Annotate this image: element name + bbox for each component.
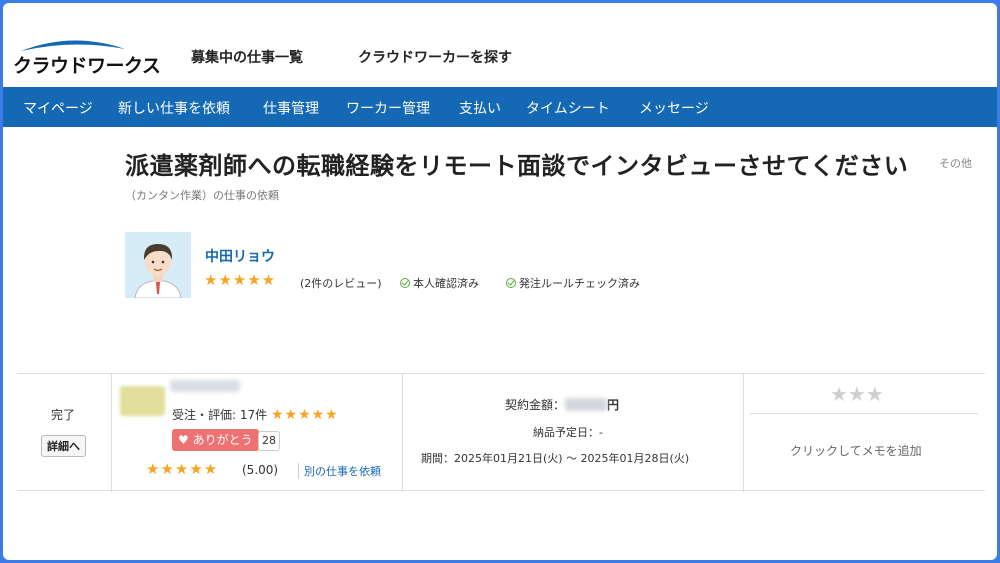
contract-amount: 契約金額：円 xyxy=(505,398,620,412)
crowdworks-logo[interactable]: クラウドワークス xyxy=(13,33,161,79)
order-row: 完了 詳細へ 受注・評価: 17件 ★★★★★ ♥ ありがとう 28 ★★★★★… xyxy=(17,373,985,492)
client-avatar[interactable] xyxy=(125,232,191,298)
nav-item-messages[interactable]: メッセージ xyxy=(639,98,709,118)
order-status: 完了 xyxy=(51,408,76,422)
logo-arc-icon xyxy=(21,40,125,51)
top-link-job-list[interactable]: 募集中の仕事一覧 xyxy=(191,47,303,67)
nav-item-worker-management[interactable]: ワーカー管理 xyxy=(346,98,430,118)
thanks-button[interactable]: ♥ ありがとう xyxy=(172,429,259,451)
contract-period: 期間：2025年01月21日(火) 〜 2025年01月28日(火) xyxy=(421,452,690,465)
worker-rating-stars: ★★★★★ xyxy=(270,407,339,423)
heart-icon: ♥ xyxy=(178,433,189,447)
client-review-count[interactable]: (2件のレビュー) xyxy=(300,275,382,291)
contract-cell: 契約金額：円 納品予定日：- 期間：2025年01月21日(火) 〜 2025年… xyxy=(403,374,744,492)
identity-verified-badge: 本人確認済み xyxy=(400,275,479,291)
worker-score: (5.00) xyxy=(242,463,279,477)
add-memo-link[interactable]: クリックしてメモを追加 xyxy=(790,442,922,459)
client-rating-stars: ★★★★★ xyxy=(204,271,277,289)
order-rule-checked-badge: 発注ルールチェック済み xyxy=(506,275,640,291)
worker-stats: 受注・評価: 17件 ★★★★★ xyxy=(172,407,339,423)
check-circle-icon xyxy=(506,278,516,288)
detail-button[interactable]: 詳細へ xyxy=(41,435,86,457)
memo-cell: ★★★ クリックしてメモを追加 xyxy=(744,374,985,492)
top-link-find-workers[interactable]: クラウドワーカーを探す xyxy=(358,47,512,67)
job-subtitle: （カンタン作業）の仕事の依頼 xyxy=(125,189,279,202)
site-header: クラウドワークス 募集中の仕事一覧 クラウドワーカーを探す xyxy=(3,3,997,87)
check-circle-icon xyxy=(400,278,410,288)
nav-item-new-job[interactable]: 新しい仕事を依頼 xyxy=(118,98,230,118)
logo-text: クラウドワークス xyxy=(13,55,161,77)
job-title: 派遣薬剤師への転職経験をリモート面談でインタビューさせてください xyxy=(125,152,909,180)
nav-item-timesheet[interactable]: タイムシート xyxy=(526,98,610,118)
amount-blurred xyxy=(565,398,608,411)
worker-score-stars: ★★★★★ xyxy=(146,460,219,478)
thanks-count: 28 xyxy=(258,431,280,451)
memo-divider xyxy=(750,413,978,414)
status-cell: 完了 詳細へ xyxy=(17,374,112,492)
memo-rating-stars[interactable]: ★★★ xyxy=(830,382,884,406)
person-icon xyxy=(125,232,191,298)
delivery-date: 納品予定日：- xyxy=(533,426,603,439)
worker-cell: 受注・評価: 17件 ★★★★★ ♥ ありがとう 28 ★★★★★ (5.00)… xyxy=(112,374,403,492)
nav-item-mypage[interactable]: マイページ xyxy=(23,98,93,118)
main-nav: マイページ 新しい仕事を依頼 仕事管理 ワーカー管理 支払い タイムシート メッ… xyxy=(3,87,997,127)
worker-avatar-blurred[interactable] xyxy=(120,386,165,416)
worker-name-blurred[interactable] xyxy=(170,380,240,392)
client-name[interactable]: 中田リョウ xyxy=(205,246,275,266)
page-frame: クラウドワークス 募集中の仕事一覧 クラウドワーカーを探す マイページ 新しい仕… xyxy=(3,3,997,560)
rehire-link[interactable]: 別の仕事を依頼 xyxy=(298,463,381,479)
job-category[interactable]: その他 xyxy=(939,155,972,171)
nav-item-payment[interactable]: 支払い xyxy=(459,98,501,118)
nav-item-job-management[interactable]: 仕事管理 xyxy=(263,98,319,118)
